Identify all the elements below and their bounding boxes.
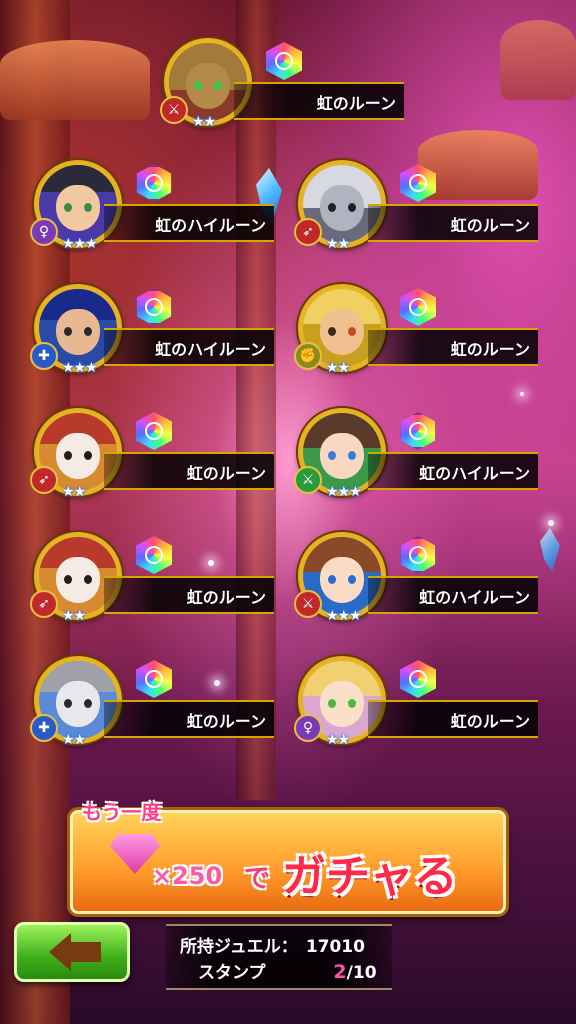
jewel-label: 所持ジュエル： (180, 937, 298, 957)
result-card[interactable]: ➶ ★★ 虹のルーン (30, 532, 284, 632)
item-name: 虹のルーン (450, 216, 530, 235)
rarity-stars: ★★ (62, 484, 86, 500)
item-banner: 虹のハイルーン (104, 204, 274, 242)
item-name: 虹のルーン (450, 340, 530, 359)
pillar (0, 0, 70, 1024)
item-name: 虹のルーン (186, 588, 266, 607)
hanging-lamp (500, 20, 576, 100)
item-banner: 虹のハイルーン (368, 452, 538, 490)
result-card[interactable]: ⚔ ★★★ 虹のハイルーン (294, 532, 548, 632)
item-name: 虹のルーン (186, 712, 266, 731)
rarity-stars: ★★★ (62, 360, 98, 376)
item-name: 虹のルーン (186, 464, 266, 483)
rarity-stars: ★★ (62, 732, 86, 748)
fist-type-icon: ✊ (294, 342, 322, 370)
result-card[interactable]: ♀ ★★★ 虹のハイルーン (30, 160, 284, 260)
back-button[interactable] (14, 922, 130, 982)
item-banner: 虹のルーン (104, 576, 274, 614)
sword-type-icon: ⚔ (294, 466, 322, 494)
item-banner: 虹のルーン (104, 452, 274, 490)
item-name: 虹のハイルーン (419, 464, 530, 483)
bow-type-icon: ➶ (30, 590, 58, 618)
rarity-stars: ★★★ (62, 236, 98, 252)
rainbow-rune-icon (136, 536, 172, 574)
gacha-action-label: ガチャる (282, 851, 458, 902)
rarity-stars: ★★ (192, 114, 216, 130)
item-name: 虹のハイルーン (155, 340, 266, 359)
item-name: 虹のルーン (316, 94, 396, 113)
bow-type-icon: ➶ (294, 218, 322, 246)
item-banner: 虹のハイルーン (368, 576, 538, 614)
again-label: もう一度 (82, 800, 162, 824)
bow-type-icon: ➶ (30, 466, 58, 494)
stamp-row: スタンプ 2/10 (198, 958, 377, 983)
sword-type-icon: ⚔ (294, 590, 322, 618)
rainbow-high-rune-icon (400, 412, 436, 450)
rainbow-rune-icon (136, 660, 172, 698)
rarity-stars: ★★ (62, 608, 86, 624)
sparkle-icon (520, 392, 524, 396)
rainbow-rune-icon (136, 412, 172, 450)
status-panel: 所持ジュエル： 17010 スタンプ 2/10 (166, 924, 392, 990)
staff-type-icon: ♀ (30, 218, 58, 246)
axe-type-icon: ⚔ (160, 96, 188, 124)
item-banner: 虹のルーン (368, 328, 538, 366)
stamp-total: /10 (346, 963, 377, 983)
result-card[interactable]: ⚔ ★★ 虹のルーン (160, 38, 414, 138)
rarity-stars: ★★★ (326, 484, 362, 500)
result-card[interactable]: ♀ ★★ 虹のルーン (294, 656, 548, 756)
item-banner: 虹のルーン (234, 82, 404, 120)
item-banner: 虹のハイルーン (104, 328, 274, 366)
de-label: で (244, 864, 271, 894)
rainbow-rune-icon (400, 660, 436, 698)
rainbow-rune-icon (400, 164, 436, 202)
item-name: 虹のハイルーン (419, 588, 530, 607)
rarity-stars: ★★ (326, 360, 350, 376)
axe-type-icon: ✚ (30, 714, 58, 742)
axe-type-icon: ✚ (30, 342, 58, 370)
hanging-lamp (0, 40, 150, 120)
jewel-row: 所持ジュエル： 17010 (180, 932, 365, 957)
result-card[interactable]: ⚔ ★★★ 虹のハイルーン (294, 408, 548, 508)
rainbow-rune-icon (400, 288, 436, 326)
result-card[interactable]: ✊ ★★ 虹のルーン (294, 284, 548, 384)
rainbow-rune-icon (266, 42, 302, 80)
result-card[interactable]: ✚ ★★ 虹のルーン (30, 656, 284, 756)
item-banner: 虹のルーン (104, 700, 274, 738)
jewel-value: 17010 (305, 937, 365, 957)
item-name: 虹のハイルーン (155, 216, 266, 235)
staff-type-icon: ♀ (294, 714, 322, 742)
rainbow-high-rune-icon (136, 164, 172, 202)
rarity-stars: ★★★ (326, 608, 362, 624)
stamp-label: スタンプ (198, 963, 266, 983)
item-banner: 虹のルーン (368, 700, 538, 738)
stamp-current: 2 (333, 961, 347, 983)
rainbow-high-rune-icon (136, 288, 172, 326)
result-card[interactable]: ➶ ★★ 虹のルーン (294, 160, 548, 260)
left-arrow-icon (49, 933, 101, 971)
cost-label: ×250 (152, 862, 223, 890)
item-banner: 虹のルーン (368, 204, 538, 242)
result-card[interactable]: ✚ ★★★ 虹のハイルーン (30, 284, 284, 384)
rarity-stars: ★★ (326, 236, 350, 252)
item-name: 虹のルーン (450, 712, 530, 731)
rainbow-high-rune-icon (400, 536, 436, 574)
result-card[interactable]: ➶ ★★ 虹のルーン (30, 408, 284, 508)
rarity-stars: ★★ (326, 732, 350, 748)
sparkle-icon (548, 520, 554, 526)
